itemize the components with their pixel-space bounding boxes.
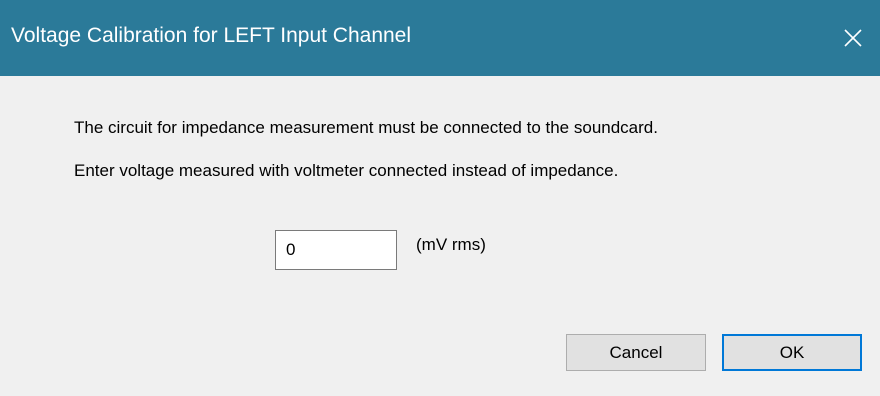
instruction-text-1: The circuit for impedance measurement mu… [74,118,658,137]
ok-button[interactable]: OK [722,334,862,371]
window-title: Voltage Calibration for LEFT Input Chann… [11,24,412,47]
dialog-body: The circuit for impedance measurement mu… [0,76,880,396]
instruction-text-2: Enter voltage measured with voltmeter co… [74,161,619,180]
title-bar[interactable]: Voltage Calibration for LEFT Input Chann… [0,0,880,76]
calibration-dialog: Voltage Calibration for LEFT Input Chann… [0,0,880,396]
unit-label: (mV rms) [416,235,486,254]
close-icon [844,29,862,47]
cancel-button[interactable]: Cancel [566,334,706,371]
voltage-input[interactable] [275,230,397,270]
close-button[interactable] [826,0,880,76]
